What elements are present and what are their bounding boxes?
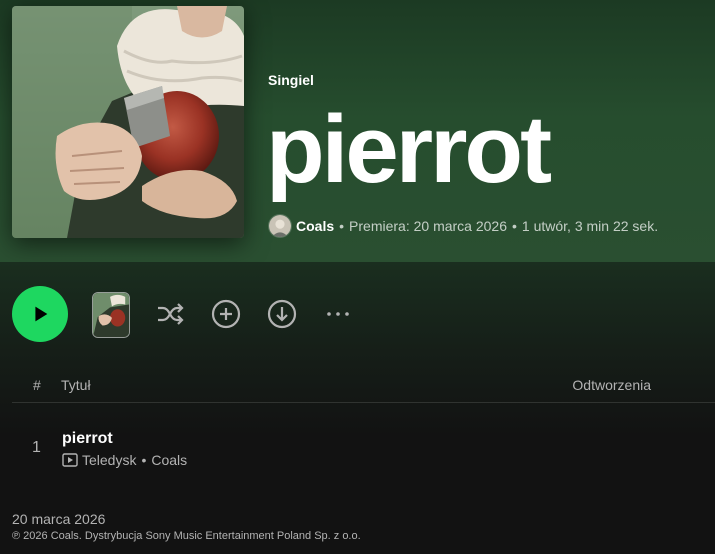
play-button[interactable]	[12, 286, 68, 342]
more-icon	[327, 312, 349, 316]
track-separator: •	[141, 452, 147, 468]
album-cover[interactable]	[12, 6, 244, 238]
album-summary: 1 utwór, 3 min 22 sek.	[521, 218, 659, 234]
copyright-notice: ℗ 2026 Coals. Dystrybucja Sony Music Ent…	[12, 530, 361, 542]
track-number: 1	[32, 439, 41, 456]
track-type-link[interactable]: Teledysk	[82, 452, 136, 468]
artist-link[interactable]: Coals	[296, 218, 334, 234]
album-title: pierrot	[266, 96, 552, 203]
column-header-number: #	[33, 377, 41, 393]
meta-separator: •	[339, 218, 345, 234]
header-divider	[12, 402, 715, 403]
shuffle-icon	[158, 303, 184, 325]
release-info: Premiera: 20 marca 2026	[349, 218, 507, 234]
add-to-library-button[interactable]	[210, 298, 242, 330]
meta-separator: •	[512, 218, 517, 234]
track-row[interactable]: 1 pierrot Teledysk • Coals	[12, 418, 703, 474]
track-title[interactable]: pierrot	[62, 430, 113, 448]
track-subtitle: Teledysk • Coals	[62, 452, 187, 468]
album-header: Singiel pierrot Coals • Premiera: 20 mar…	[0, 0, 715, 262]
track-artist-link[interactable]: Coals	[151, 452, 187, 468]
album-page: Singiel pierrot Coals • Premiera: 20 mar…	[0, 0, 715, 554]
video-icon	[62, 453, 78, 467]
download-icon	[267, 299, 297, 329]
artist-avatar	[268, 214, 292, 238]
album-type-label: Singiel	[268, 72, 314, 88]
video-preview-thumbnail[interactable]	[92, 292, 130, 338]
more-options-button[interactable]	[322, 298, 354, 330]
add-circle-icon	[211, 299, 241, 329]
column-header-plays[interactable]: Odtworzenia	[572, 377, 651, 393]
album-meta: Coals • Premiera: 20 marca 2026 • 1 utwó…	[268, 214, 658, 238]
column-header-title[interactable]: Tytuł	[61, 377, 91, 393]
play-icon	[35, 306, 48, 322]
download-button[interactable]	[266, 298, 298, 330]
shuffle-button[interactable]	[154, 298, 186, 330]
release-date: 20 marca 2026	[12, 511, 106, 527]
